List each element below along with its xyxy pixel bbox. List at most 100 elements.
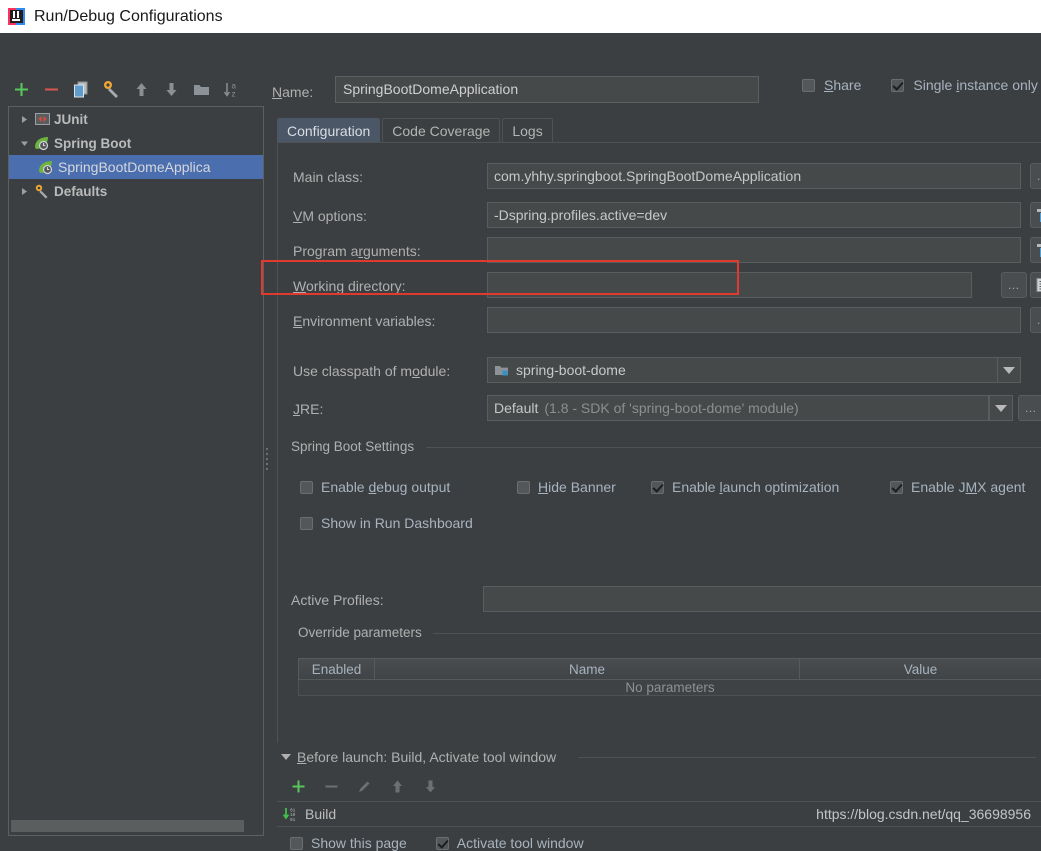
jre-combo[interactable]: Default (1.8 - SDK of 'spring-boot-dome'… [487,395,989,421]
share-label: Share [824,77,861,93]
tree-item-spring-boot[interactable]: Spring Boot [9,131,263,155]
working-directory-browse-button[interactable]: … [1001,272,1027,298]
before-launch-edit-button[interactable] [350,773,378,799]
chevron-right-icon[interactable] [15,187,33,196]
tree-horizontal-scrollbar[interactable] [11,820,244,832]
wrench-icon[interactable] [96,74,126,104]
share-options: Share Single instance only [802,77,1038,93]
activate-tool-window-checkbox[interactable] [436,837,449,850]
working-directory-input[interactable] [487,272,972,298]
tree-item-label: Spring Boot [54,136,131,151]
hide-banner-label: Hide Banner [538,479,616,495]
column-header-value[interactable]: Value [800,659,1041,679]
configuration-panel: Main class: com.yhhy.springboot.SpringBo… [277,143,1041,743]
show-this-page-row[interactable]: Show this page [290,835,407,851]
before-launch-add-button[interactable] [284,773,312,799]
copy-configuration-button[interactable] [66,74,96,104]
table-empty-text: No parameters [625,680,714,695]
enable-jmx-agent-label: Enable JMX agent [911,479,1025,495]
main-class-input[interactable]: com.yhhy.springboot.SpringBootDomeApplic… [487,163,1021,189]
show-in-run-dashboard-checkbox[interactable] [300,517,313,530]
classpath-dropdown-button[interactable] [997,357,1021,383]
tab-code-coverage[interactable]: Code Coverage [382,118,500,143]
enable-launch-optimization-checkbox[interactable] [651,481,664,494]
table-header: Enabled Name Value [298,658,1041,680]
before-launch-remove-button[interactable] [317,773,345,799]
enable-debug-output-row[interactable]: Enable debug output [300,479,450,495]
program-arguments-expand-button[interactable] [1030,237,1041,263]
configurations-toolbar: a z [6,73,261,105]
before-launch-header[interactable]: Before launch: Build, Activate tool wind… [281,749,556,765]
before-launch-move-up-button[interactable] [383,773,411,799]
column-header-name[interactable]: Name [375,659,800,679]
spring-boot-settings-title: Spring Boot Settings [291,439,421,454]
main-class-browse-button[interactable]: … [1030,163,1041,189]
single-instance-label: Single instance only [913,77,1038,93]
add-configuration-button[interactable] [6,74,36,104]
tab-logs[interactable]: Logs [502,118,552,143]
junit-icon [33,111,51,127]
vm-options-input[interactable]: -Dspring.profiles.active=dev [487,202,1021,228]
run-debug-configurations-dialog: Run/Debug Configurations [0,0,1041,826]
intellij-idea-logo-icon [8,8,25,25]
hide-banner-checkbox[interactable] [517,481,530,494]
environment-variables-label: Environment variables: [293,308,435,334]
chevron-right-icon[interactable] [15,115,33,124]
move-down-button[interactable] [156,74,186,104]
vm-options-expand-button[interactable] [1030,202,1041,228]
tab-configuration[interactable]: Configuration [277,118,380,143]
name-label: Name: [272,84,313,100]
share-checkbox[interactable] [802,79,815,92]
move-up-button[interactable] [126,74,156,104]
environment-variables-browse-button[interactable]: … [1030,307,1041,333]
chevron-down-icon[interactable] [15,139,33,148]
override-parameters-table[interactable]: Enabled Name Value No parameters » [298,658,1041,698]
name-input[interactable]: SpringBootDomeApplication [335,76,759,103]
active-profiles-input[interactable] [483,586,1041,612]
tree-item-springbootdomeapplication[interactable]: SpringBootDomeApplica [9,155,263,179]
editor-tabs: Configuration Code Coverage Logs [277,117,555,143]
tree-item-label: JUnit [54,112,88,127]
tree-item-label: Defaults [54,184,107,199]
enable-launch-optimization-label: Enable launch optimization [672,479,839,495]
activate-tool-window-row[interactable]: Activate tool window [436,835,584,851]
single-instance-checkbox[interactable] [891,79,904,92]
jre-browse-button[interactable]: … [1018,395,1041,421]
show-in-run-dashboard-label: Show in Run Dashboard [321,515,473,531]
svg-text:z: z [231,89,235,98]
environment-variables-input[interactable] [487,307,1021,333]
working-directory-macro-button[interactable] [1030,272,1041,298]
tree-item-defaults[interactable]: Defaults [9,179,263,203]
jre-dropdown-button[interactable] [989,395,1013,421]
jre-hint: (1.8 - SDK of 'spring-boot-dome' module) [544,396,798,420]
show-in-run-dashboard-row[interactable]: Show in Run Dashboard [300,515,473,531]
chevron-down-icon[interactable] [281,754,291,760]
vm-options-label: VM options: [293,203,367,229]
before-launch-title: Before launch: Build, Activate tool wind… [297,749,556,765]
module-icon [494,363,509,377]
tree-item-junit[interactable]: JUnit [9,107,263,131]
name-row: Name: [272,78,313,106]
hide-banner-row[interactable]: Hide Banner [517,479,616,495]
configurations-tree[interactable]: JUnit Spring Boot [8,106,264,836]
enable-debug-output-checkbox[interactable] [300,481,313,494]
sort-az-icon[interactable]: a z [216,74,246,104]
override-parameters-title: Override parameters [298,625,429,640]
enable-launch-optimization-row[interactable]: Enable launch optimization [651,479,839,495]
classpath-combo[interactable]: spring-boot-dome [487,357,1021,383]
show-this-page-label: Show this page [311,835,407,851]
before-launch-move-down-button[interactable] [416,773,444,799]
program-arguments-input[interactable] [487,237,1021,263]
before-launch-toolbar [284,773,444,799]
new-folder-button[interactable] [186,74,216,104]
remove-configuration-button[interactable] [36,74,66,104]
enable-jmx-agent-checkbox[interactable] [890,481,903,494]
activate-tool-window-label: Activate tool window [457,835,584,851]
enable-debug-output-label: Enable debug output [321,479,450,495]
column-header-enabled[interactable]: Enabled [299,659,375,679]
panel-splitter-handle[interactable] [264,445,270,471]
show-this-page-checkbox[interactable] [290,837,303,850]
tree-item-label: SpringBootDomeApplica [58,159,211,175]
spring-boot-icon [33,135,51,151]
enable-jmx-agent-row[interactable]: Enable JMX agent [890,479,1025,495]
